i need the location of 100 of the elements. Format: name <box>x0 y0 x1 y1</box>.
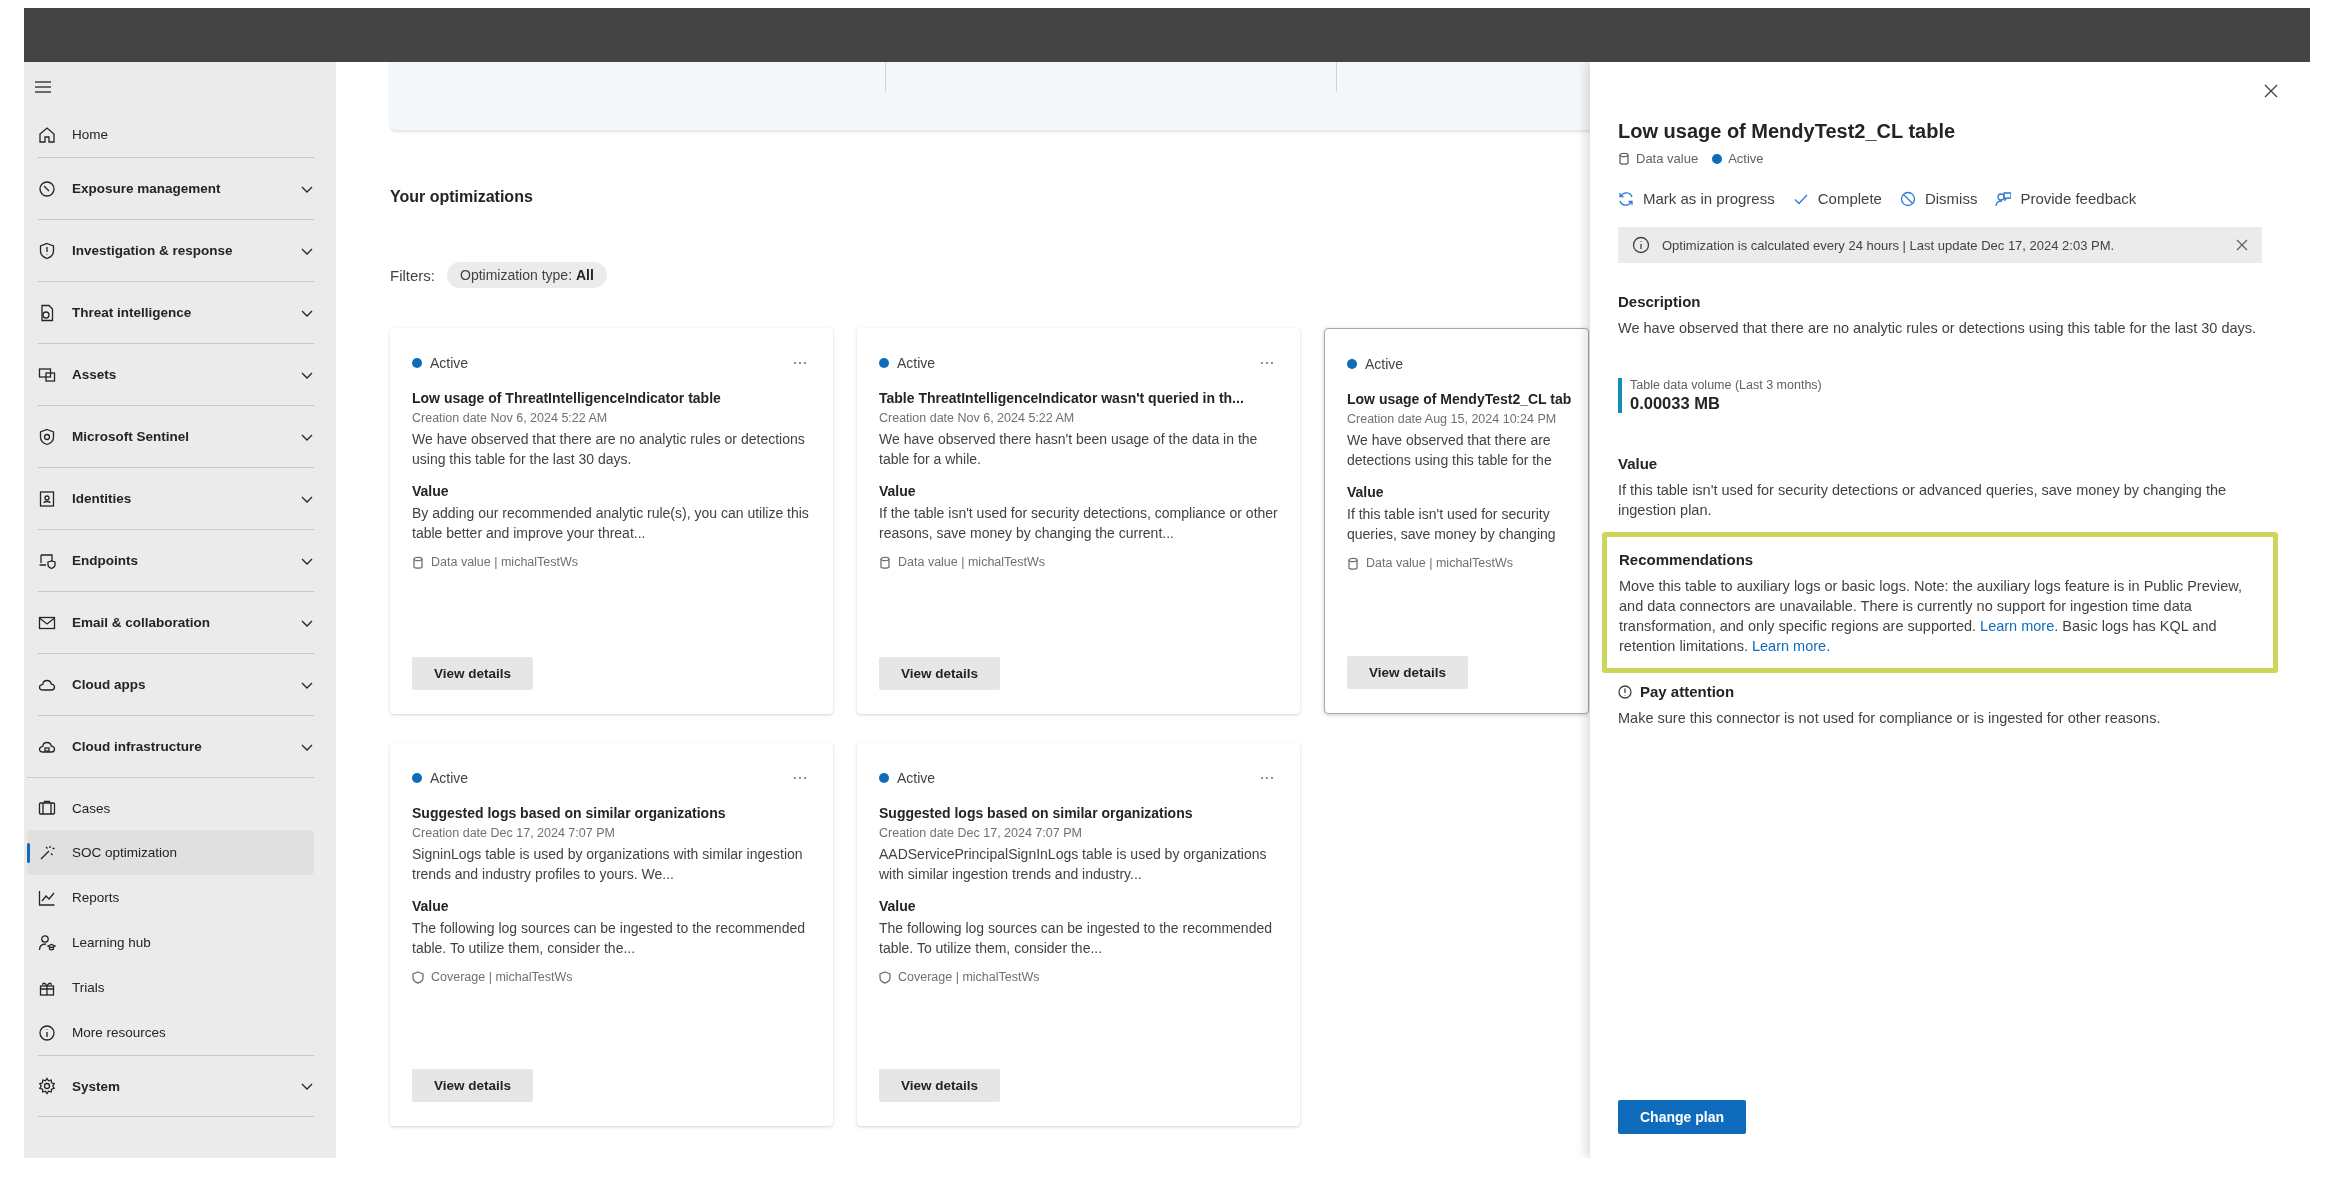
status-text: Active <box>897 355 936 371</box>
devices-icon <box>38 365 56 384</box>
database-icon <box>1347 556 1359 570</box>
action-button[interactable]: Dismiss <box>1899 190 1978 207</box>
ellipsis-icon <box>1260 776 1274 780</box>
status-text: Active <box>1728 151 1764 166</box>
nav-link[interactable]: Home <box>27 112 314 157</box>
nav-link[interactable]: Reports <box>27 875 314 920</box>
person-hat-icon <box>38 933 56 952</box>
nav-section[interactable]: Threat intelligence <box>38 281 314 343</box>
optimization-card[interactable] <box>390 328 833 714</box>
laptop-icon <box>38 551 56 570</box>
nav-section[interactable]: Cloud apps <box>38 653 314 715</box>
card-description: AADServicePrincipalSignInLogs table is used by organizations with similar ingestion trends and industry... <box>879 845 1268 884</box>
magic-wand-icon <box>38 843 56 862</box>
section-heading: Recommendations <box>1619 551 1755 568</box>
nav-link[interactable]: Learning hub <box>27 920 314 965</box>
value-heading: Value <box>412 898 450 914</box>
shield-icon <box>879 970 891 984</box>
learn-more-link[interactable]: Learn more <box>1980 618 2055 634</box>
value-text: If this table isn't used for security detections or advanced queries, save money by changing the ingestion plan. <box>1618 481 2228 520</box>
value-text: If the table isn't used for security detections, compliance or other reasons, save money by changing the current... <box>879 504 1278 543</box>
shield-icon <box>412 970 424 984</box>
nav-section[interactable]: Microsoft Sentinel <box>38 405 314 467</box>
status-dot <box>879 358 889 368</box>
nav-link[interactable]: Trials <box>27 965 314 1010</box>
creation-date: Creation date Dec 17, 2024 7:07 PM <box>412 826 616 840</box>
optimization-card[interactable] <box>857 743 1300 1126</box>
value-heading: Value <box>412 483 450 499</box>
status-text: Active <box>430 355 469 371</box>
action-button[interactable]: Mark as in progress <box>1618 190 1775 207</box>
description-text: We have observed that there are no analytic rules or detections using this table for the last 30 days. <box>1618 319 2258 338</box>
briefcase-icon <box>38 799 56 817</box>
card-meta: Coverage | michalTestWs <box>431 970 573 984</box>
value-text: The following log sources can be ingested to the recommended table. To utilize them, consider the... <box>879 919 1273 958</box>
status-text: Active <box>430 770 469 786</box>
value-heading: Value <box>1347 484 1385 500</box>
section-heading: Your optimizations <box>390 188 533 207</box>
dismiss-button[interactable] <box>2234 237 2250 253</box>
status-text: Active <box>1365 356 1404 372</box>
metric-label: Table data volume (Last 3 months) <box>1630 378 1823 392</box>
value-heading: Value <box>879 898 917 914</box>
filters-label: Filters: <box>390 266 435 284</box>
status-dot <box>1712 153 1723 164</box>
document-icon <box>38 303 56 322</box>
change-plan-button[interactable]: Change plan <box>1618 1100 1746 1134</box>
nav-section[interactable]: Investigation & response <box>38 219 314 281</box>
refresh-icon <box>1618 190 1634 207</box>
banner-text: Optimization is calculated every 24 hours | Last update Dec 17, 2024 2:03 PM. <box>1662 237 2115 253</box>
view-details-button[interactable]: View details <box>879 1069 1001 1102</box>
creation-date: Creation date Nov 6, 2024 5:22 AM <box>412 411 609 425</box>
optimization-card[interactable] <box>390 743 833 1126</box>
nav-section[interactable]: Cloud infrastructure <box>38 715 314 777</box>
menu-icon[interactable] <box>34 80 52 94</box>
card-meta: Data value | michalTestWs <box>898 555 1046 569</box>
view-details-button[interactable]: View details <box>1347 656 1469 689</box>
nav-section[interactable]: Endpoints <box>38 529 314 591</box>
nav-section[interactable]: Assets <box>38 343 314 405</box>
nav-section[interactable]: Email & collaboration <box>38 591 314 653</box>
card-title: Low usage of MendyTest2_CL tab <box>1347 391 1573 407</box>
view-details-button[interactable]: View details <box>879 657 1001 690</box>
section-heading: Description <box>1618 293 1702 310</box>
nav-section[interactable]: Identities <box>38 467 314 529</box>
view-details-button[interactable]: View details <box>412 1069 534 1102</box>
line-chart-icon <box>38 888 56 907</box>
prohibited-icon <box>1899 190 1916 207</box>
status-text: Active <box>897 770 936 786</box>
nav-section[interactable]: Exposure management <box>38 157 314 219</box>
person-feedback-icon <box>1995 190 2012 207</box>
recommendation-text: Move this table to auxiliary logs or basic logs. Note: the auxiliary logs feature is in Public Preview, and data connectors are unavailable. There is currently no support for ingestion time data transformation, and only specific regions are supported. Learn more. Basic logs has KQL and retention limitations. Learn more. <box>1619 577 2243 656</box>
attention-text: Make sure this connector is not used for compliance or is ingested for other reasons. <box>1618 709 2162 728</box>
action-button[interactable]: Provide feedback <box>1995 190 2137 207</box>
card-title: Low usage of ThreatIntelligenceIndicator table <box>412 390 722 406</box>
optimization-card[interactable] <box>857 328 1300 714</box>
filter-chip[interactable]: Optimization type: All <box>447 262 607 288</box>
home-icon <box>38 125 56 144</box>
value-heading: Value <box>879 483 917 499</box>
learn-more-link[interactable]: Learn more <box>1752 638 1827 654</box>
card-description: We have observed that there are detections using this table for the <box>1347 431 1553 470</box>
card-title: Table ThreatIntelligenceIndicator wasn't queried in th... <box>879 390 1245 406</box>
nav-section[interactable]: System <box>38 1055 314 1117</box>
optimization-card[interactable] <box>1324 328 1589 714</box>
database-icon <box>879 555 891 569</box>
category-text: Data value <box>1636 151 1699 166</box>
shield-eye-icon <box>38 427 56 446</box>
status-dot <box>879 773 889 783</box>
nav-link[interactable]: SOC optimization <box>27 830 314 875</box>
view-details-button[interactable]: View details <box>412 657 534 690</box>
action-button[interactable]: Complete <box>1792 190 1882 207</box>
database-icon <box>1618 152 1630 165</box>
creation-date: Creation date Aug 15, 2024 10:24 PM <box>1347 412 1558 426</box>
status-dot <box>412 358 422 368</box>
card-description: We have observed that there are no analytic rules or detections using this table for the last 30 days. <box>412 430 806 469</box>
card-meta: Data value | michalTestWs <box>431 555 579 569</box>
value-text: The following log sources can be ingested to the recommended table. To utilize them, consider the... <box>412 919 806 958</box>
gear-icon <box>38 1077 56 1095</box>
ellipsis-icon <box>793 776 807 780</box>
nav-link[interactable]: More resources <box>27 1010 314 1055</box>
shield-icon <box>38 241 56 260</box>
card-description: We have observed there hasn't been usage of the data in the table for a while. <box>879 430 1259 469</box>
